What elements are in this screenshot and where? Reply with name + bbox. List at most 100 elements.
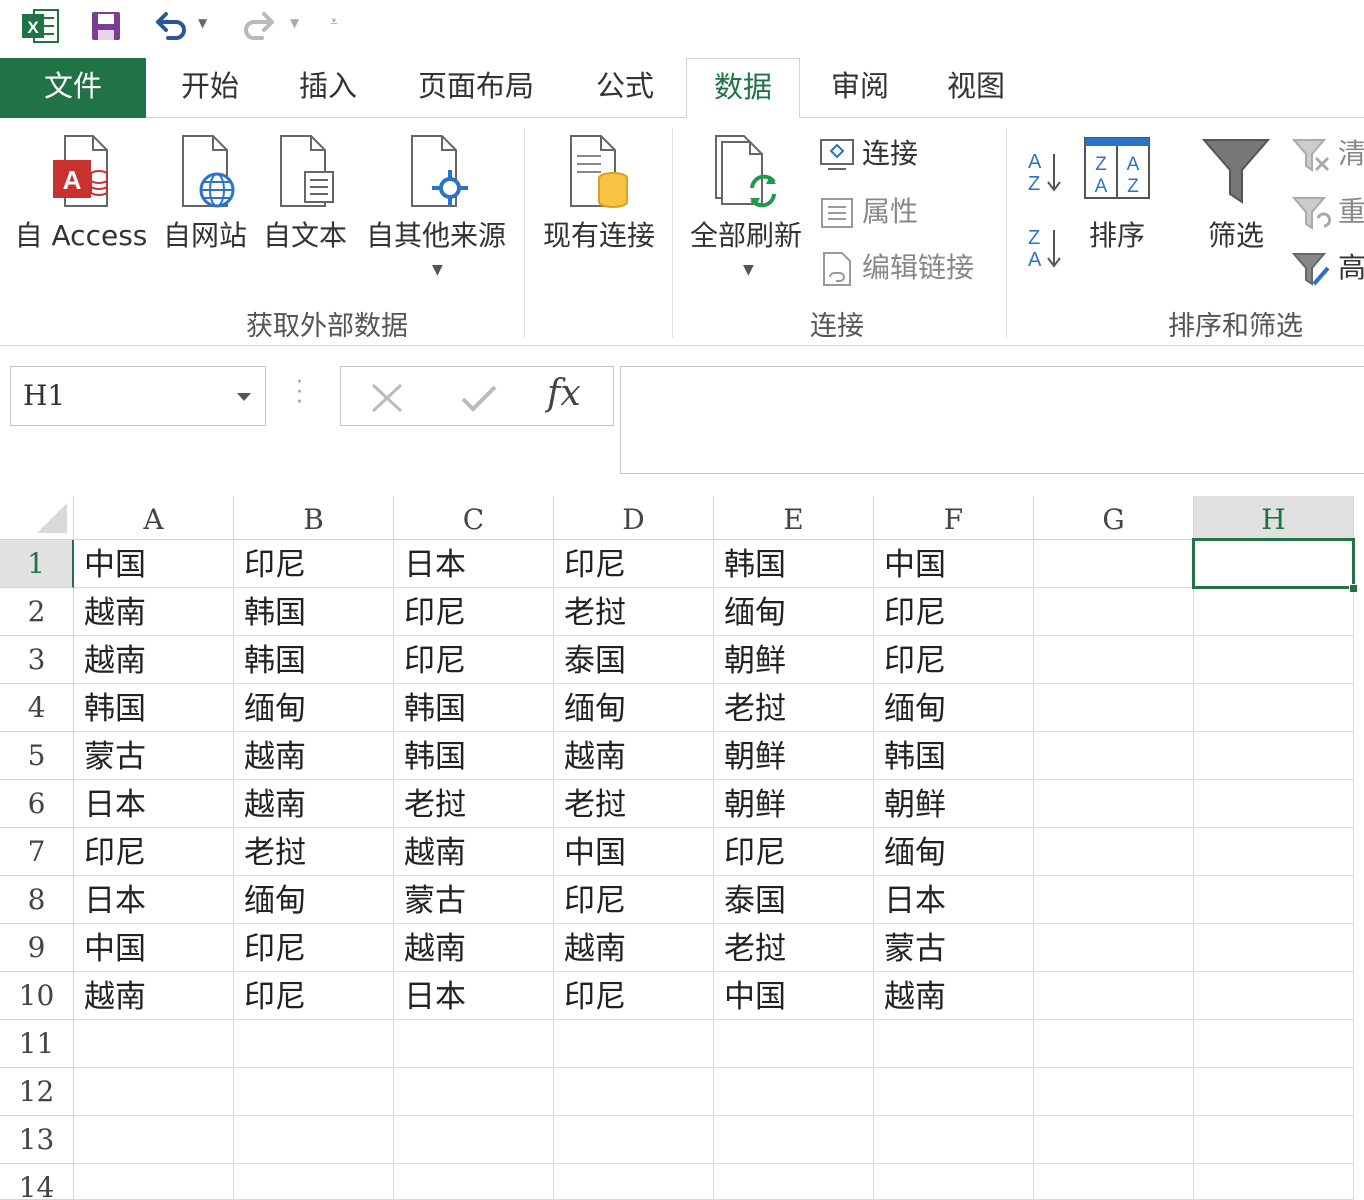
row-header-5[interactable]: 5 xyxy=(0,732,74,780)
undo-icon[interactable] xyxy=(150,8,190,44)
cell-c5[interactable]: 韩国 xyxy=(394,732,554,780)
tab-data[interactable]: 数据 xyxy=(686,58,800,119)
cell-f5[interactable]: 韩国 xyxy=(874,732,1034,780)
cell-b6[interactable]: 越南 xyxy=(234,780,394,828)
row-header-2[interactable]: 2 xyxy=(0,588,74,636)
row-header-3[interactable]: 3 xyxy=(0,636,74,684)
name-box[interactable]: H1 xyxy=(10,366,266,426)
cell-e7[interactable]: 印尼 xyxy=(714,828,874,876)
cell-d12[interactable] xyxy=(554,1068,714,1116)
connections-button[interactable]: 连接 xyxy=(818,132,918,173)
cell-c10[interactable]: 日本 xyxy=(394,972,554,1020)
tab-review[interactable]: 审阅 xyxy=(810,58,910,118)
cell-h7[interactable] xyxy=(1194,828,1354,876)
cell-h5[interactable] xyxy=(1194,732,1354,780)
row-header-7[interactable]: 7 xyxy=(0,828,74,876)
cell-b9[interactable]: 印尼 xyxy=(234,924,394,972)
column-header-c[interactable]: C xyxy=(394,496,554,540)
cell-c14[interactable] xyxy=(394,1164,554,1200)
cell-f14[interactable] xyxy=(874,1164,1034,1200)
cell-a2[interactable]: 越南 xyxy=(74,588,234,636)
row-header-14[interactable]: 14 xyxy=(0,1164,74,1200)
cell-a12[interactable] xyxy=(74,1068,234,1116)
column-header-a[interactable]: A xyxy=(74,496,234,540)
cancel-icon[interactable] xyxy=(369,381,405,415)
cell-e1[interactable]: 韩国 xyxy=(714,540,874,588)
cell-a1[interactable]: 中国 xyxy=(74,540,234,588)
tab-file[interactable]: 文件 xyxy=(0,58,146,118)
cell-c3[interactable]: 印尼 xyxy=(394,636,554,684)
cell-a5[interactable]: 蒙古 xyxy=(74,732,234,780)
cell-e2[interactable]: 缅甸 xyxy=(714,588,874,636)
row-header-13[interactable]: 13 xyxy=(0,1116,74,1164)
cell-f11[interactable] xyxy=(874,1020,1034,1068)
cell-g10[interactable] xyxy=(1034,972,1194,1020)
cell-b7[interactable]: 老挝 xyxy=(234,828,394,876)
cell-g8[interactable] xyxy=(1034,876,1194,924)
clear-filter-button[interactable]: 清 xyxy=(1291,132,1364,174)
existing-connections-button[interactable]: 现有连接 xyxy=(534,132,664,254)
cell-h3[interactable] xyxy=(1194,636,1354,684)
cell-h9[interactable] xyxy=(1194,924,1354,972)
cell-g5[interactable] xyxy=(1034,732,1194,780)
refresh-all-button[interactable]: 全部刷新 xyxy=(682,132,810,254)
sort-button[interactable]: Z A A Z 排序 xyxy=(1076,132,1158,254)
cell-b3[interactable]: 韩国 xyxy=(234,636,394,684)
cell-d5[interactable]: 越南 xyxy=(554,732,714,780)
row-header-4[interactable]: 4 xyxy=(0,684,74,732)
redo-icon[interactable] xyxy=(240,8,280,44)
cell-d9[interactable]: 越南 xyxy=(554,924,714,972)
from-web-button[interactable]: 自网站 xyxy=(158,132,252,254)
tab-page-layout[interactable]: 页面布局 xyxy=(400,58,552,118)
cell-e14[interactable] xyxy=(714,1164,874,1200)
cell-g12[interactable] xyxy=(1034,1068,1194,1116)
cell-a10[interactable]: 越南 xyxy=(74,972,234,1020)
cell-g14[interactable] xyxy=(1034,1164,1194,1200)
column-header-e[interactable]: E xyxy=(714,496,874,540)
properties-button[interactable]: 属性 xyxy=(818,190,918,231)
cell-f1[interactable]: 中国 xyxy=(874,540,1034,588)
cell-f9[interactable]: 蒙古 xyxy=(874,924,1034,972)
from-other-sources-dropdown-icon[interactable]: ▼ xyxy=(432,262,443,278)
cell-g13[interactable] xyxy=(1034,1116,1194,1164)
cell-c1[interactable]: 日本 xyxy=(394,540,554,588)
cell-h13[interactable] xyxy=(1194,1116,1354,1164)
sort-ascending-icon[interactable]: A Z xyxy=(1024,148,1064,198)
cell-h10[interactable] xyxy=(1194,972,1354,1020)
cell-d7[interactable]: 中国 xyxy=(554,828,714,876)
cell-e3[interactable]: 朝鲜 xyxy=(714,636,874,684)
cell-f8[interactable]: 日本 xyxy=(874,876,1034,924)
cell-a13[interactable] xyxy=(74,1116,234,1164)
cell-h14[interactable] xyxy=(1194,1164,1354,1200)
cell-c13[interactable] xyxy=(394,1116,554,1164)
from-other-sources-button[interactable]: 自其他来源 xyxy=(358,132,514,254)
cell-e4[interactable]: 老挝 xyxy=(714,684,874,732)
cell-a3[interactable]: 越南 xyxy=(74,636,234,684)
cell-f10[interactable]: 越南 xyxy=(874,972,1034,1020)
cell-g9[interactable] xyxy=(1034,924,1194,972)
row-header-11[interactable]: 11 xyxy=(0,1020,74,1068)
save-icon[interactable] xyxy=(88,8,124,44)
cell-g3[interactable] xyxy=(1034,636,1194,684)
formula-input[interactable] xyxy=(620,366,1364,474)
cell-c6[interactable]: 老挝 xyxy=(394,780,554,828)
from-text-button[interactable]: 自文本 xyxy=(258,132,352,254)
cell-g4[interactable] xyxy=(1034,684,1194,732)
cell-d3[interactable]: 泰国 xyxy=(554,636,714,684)
cell-b10[interactable]: 印尼 xyxy=(234,972,394,1020)
cell-d6[interactable]: 老挝 xyxy=(554,780,714,828)
cell-f7[interactable]: 缅甸 xyxy=(874,828,1034,876)
insert-function-fx-icon[interactable]: fx xyxy=(547,373,581,414)
cell-f3[interactable]: 印尼 xyxy=(874,636,1034,684)
cell-g6[interactable] xyxy=(1034,780,1194,828)
column-header-h[interactable]: H xyxy=(1194,496,1354,540)
enter-check-icon[interactable] xyxy=(459,381,499,415)
cell-h8[interactable] xyxy=(1194,876,1354,924)
cell-e6[interactable]: 朝鲜 xyxy=(714,780,874,828)
cell-d4[interactable]: 缅甸 xyxy=(554,684,714,732)
reapply-filter-button[interactable]: 重 xyxy=(1291,190,1364,232)
cell-f13[interactable] xyxy=(874,1116,1034,1164)
refresh-all-dropdown-icon[interactable]: ▼ xyxy=(743,262,754,278)
column-header-d[interactable]: D xyxy=(554,496,714,540)
cell-d11[interactable] xyxy=(554,1020,714,1068)
